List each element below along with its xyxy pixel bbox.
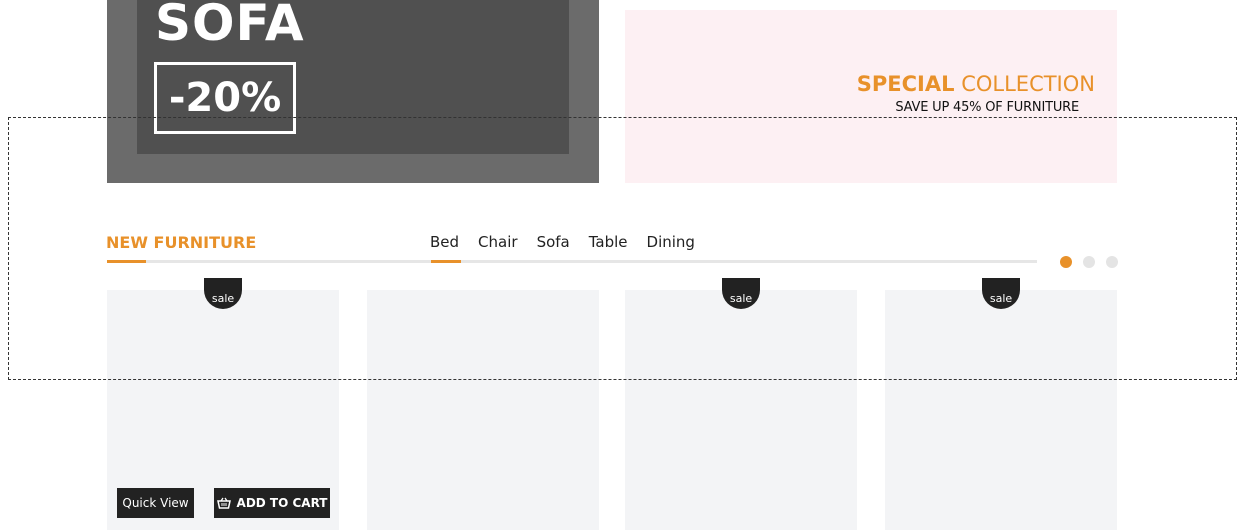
sale-badge: sale [204,278,242,309]
tab-bed[interactable]: Bed [430,233,459,251]
tab-chair[interactable]: Chair [478,233,518,251]
section-title: NEW FURNITURE [106,233,257,252]
special-collection-banner[interactable]: SPECIAL COLLECTION SAVE UP 45% OF FURNIT… [625,10,1117,183]
collection-word: COLLECTION [961,72,1095,96]
product-card[interactable]: sale [885,278,1117,530]
product-card[interactable]: sale [625,278,857,530]
tab-dining[interactable]: Dining [647,233,695,251]
special-collection-subtitle: SAVE UP 45% OF FURNITURE [895,100,1079,115]
pagination-dot-1[interactable] [1060,256,1072,268]
pagination-dot-3[interactable] [1106,256,1118,268]
product-card[interactable] [367,290,599,530]
sofa-banner-title: SOFA [155,0,305,52]
category-tabs: Bed Chair Sofa Table Dining [430,233,695,251]
special-collection-heading: SPECIAL COLLECTION [857,72,1095,96]
tab-sofa[interactable]: Sofa [537,233,570,251]
section-title-underline [107,260,146,263]
add-to-cart-label: ADD TO CART [236,496,328,510]
carousel-pagination [1060,256,1118,268]
tab-table[interactable]: Table [589,233,628,251]
sale-badge: sale [982,278,1020,309]
sofa-banner-inner: SOFA -20% [137,0,569,154]
pagination-dot-2[interactable] [1083,256,1095,268]
quick-view-button[interactable]: Quick View [117,488,194,518]
discount-badge: -20% [154,62,296,134]
tabs-divider [107,260,1037,263]
add-to-cart-button[interactable]: ADD TO CART [214,488,330,518]
product-card[interactable]: sale Quick View ADD TO CART [107,278,339,530]
active-tab-indicator [431,260,461,263]
sofa-banner[interactable]: SOFA -20% [107,0,599,183]
basket-icon [216,497,231,509]
special-word: SPECIAL [856,72,955,96]
sale-badge: sale [722,278,760,309]
